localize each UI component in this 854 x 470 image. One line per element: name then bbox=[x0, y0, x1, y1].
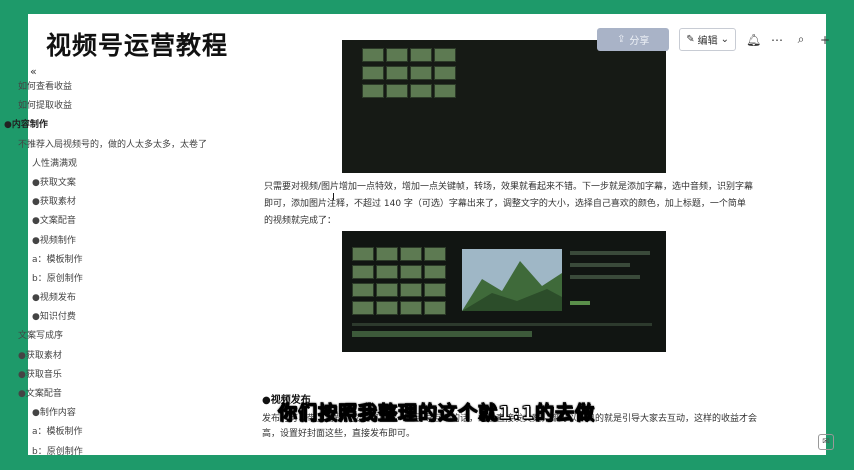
sidebar-item[interactable]: b：原创制作 bbox=[0, 270, 215, 289]
share-button[interactable]: ⇪ 分享 bbox=[597, 28, 670, 51]
sidebar-item[interactable]: ●内容制作 bbox=[0, 116, 215, 135]
sidebar-item[interactable]: ●获取素材 bbox=[0, 193, 215, 212]
media-thumbnail bbox=[376, 283, 398, 297]
media-thumbnail bbox=[434, 66, 456, 80]
search-icon[interactable]: ⌕ bbox=[794, 32, 808, 47]
media-thumbnail bbox=[352, 301, 374, 315]
media-thumbnail bbox=[424, 265, 446, 279]
sidebar-item[interactable]: a：模板制作 bbox=[0, 423, 215, 442]
media-thumbnail bbox=[424, 283, 446, 297]
top-toolbar: ⇪ 分享 ✎ 编辑 ⌄ 🔔︎ ⋯ ⌕ + bbox=[597, 28, 832, 51]
feedback-icon[interactable]: ✉ bbox=[818, 434, 834, 450]
sidebar-item[interactable]: 人性满满观 bbox=[0, 155, 215, 174]
bell-icon[interactable]: 🔔︎ bbox=[746, 33, 761, 47]
outline-sidebar: 如何查看收益 如何提取收益 ●内容制作 不推荐入局视频号的，做的人太多太多，太卷了 人性… bbox=[0, 78, 215, 462]
plus-icon[interactable]: + bbox=[818, 33, 832, 47]
screenshot-image-1 bbox=[342, 40, 666, 173]
sidebar-item[interactable]: ●获取素材 bbox=[0, 347, 215, 366]
media-thumbnail bbox=[410, 66, 432, 80]
sidebar-item[interactable]: ●获取音乐 bbox=[0, 366, 215, 385]
media-thumbnail bbox=[376, 247, 398, 261]
sidebar-item[interactable]: ●文案配音 bbox=[0, 212, 215, 231]
media-thumbnail bbox=[400, 301, 422, 315]
media-thumbnail bbox=[352, 283, 374, 297]
edit-button[interactable]: ✎ 编辑 ⌄ bbox=[679, 28, 736, 51]
chevron-down-icon: ⌄ bbox=[720, 34, 729, 45]
screenshot-image-2 bbox=[342, 231, 666, 352]
media-thumbnail bbox=[386, 66, 408, 80]
content-paragraph: 只需要对视频/图片增加一点特效，增加一点关键帧，转场，效果就看起来不错。下一步就… bbox=[264, 182, 754, 226]
pencil-icon: ✎ bbox=[686, 34, 695, 45]
text-cursor: I bbox=[332, 192, 335, 203]
sidebar-item[interactable]: ●视频制作 bbox=[0, 232, 215, 251]
media-thumbnail bbox=[410, 84, 432, 98]
media-thumbnail bbox=[434, 48, 456, 62]
media-thumbnail bbox=[352, 247, 374, 261]
sidebar-item[interactable]: a：模板制作 bbox=[0, 251, 215, 270]
media-thumbnail bbox=[400, 247, 422, 261]
sidebar-item[interactable]: 如何提取收益 bbox=[0, 97, 215, 116]
collapse-sidebar-icon[interactable]: « bbox=[30, 65, 37, 78]
more-icon[interactable]: ⋯ bbox=[770, 33, 784, 47]
media-thumbnail bbox=[386, 84, 408, 98]
edit-label: 编辑 bbox=[697, 36, 718, 47]
sidebar-item[interactable]: ●视频发布 bbox=[0, 289, 215, 308]
sidebar-item[interactable]: ●获取文案 bbox=[0, 174, 215, 193]
sidebar-item[interactable]: ●文案配音 bbox=[0, 385, 215, 404]
media-thumbnail bbox=[352, 265, 374, 279]
media-thumbnail bbox=[434, 84, 456, 98]
media-thumbnail bbox=[400, 265, 422, 279]
sidebar-item[interactable]: 文案写成序 bbox=[0, 327, 215, 346]
media-thumbnail bbox=[362, 48, 384, 62]
sidebar-item[interactable]: b：原创制作 bbox=[0, 443, 215, 462]
video-subtitle-caption: 你们按照我整理的这个就1:1的去做 bbox=[277, 402, 596, 425]
sidebar-item[interactable]: ●制作内容 bbox=[0, 404, 215, 423]
share-label: 分享 bbox=[629, 36, 650, 47]
media-thumbnail bbox=[410, 48, 432, 62]
media-thumbnail bbox=[376, 301, 398, 315]
media-thumbnail bbox=[376, 265, 398, 279]
media-thumbnail bbox=[386, 48, 408, 62]
sidebar-item[interactable]: 如何查看收益 bbox=[0, 78, 215, 97]
share-icon: ⇪ bbox=[617, 34, 626, 45]
media-thumbnail bbox=[424, 301, 446, 315]
media-thumbnail bbox=[362, 84, 384, 98]
media-thumbnail bbox=[424, 247, 446, 261]
media-thumbnail bbox=[400, 283, 422, 297]
watermark-title: 视频号运营教程 bbox=[46, 31, 229, 60]
sidebar-item[interactable]: ●知识付费 bbox=[0, 308, 215, 327]
media-thumbnail bbox=[362, 66, 384, 80]
sidebar-item[interactable]: 不推荐入局视频号的，做的人太多太多，太卷了 bbox=[0, 136, 215, 155]
